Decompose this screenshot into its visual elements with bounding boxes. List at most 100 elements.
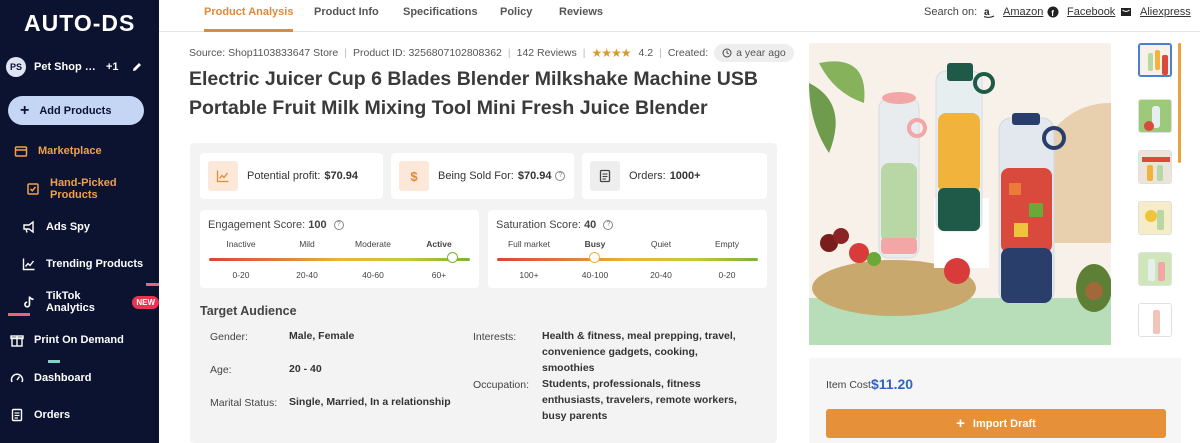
created-value: a year ago xyxy=(736,47,786,59)
sidebar-item-label: Dashboard xyxy=(34,372,92,384)
amazon-link[interactable]: a Amazon xyxy=(983,6,1043,18)
import-draft-button[interactable]: + Import Draft xyxy=(826,409,1166,438)
store-name: Pet Shop Di... xyxy=(34,61,102,73)
sidebar-item-label: Hand-Picked Products xyxy=(50,177,117,201)
gender-value: Male, Female xyxy=(289,330,355,342)
engagement-title: Engagement Score: 100 ? xyxy=(208,219,344,231)
created-badge: a year ago xyxy=(714,44,794,62)
potential-profit-card: Potential profit: $70.94 xyxy=(200,153,383,199)
engagement-range: 40-60 xyxy=(362,270,384,280)
saturation-level: Empty xyxy=(714,239,740,249)
thumbnail[interactable] xyxy=(1138,303,1172,337)
gender-label: Gender: xyxy=(210,331,248,343)
aliexpress-icon xyxy=(1121,8,1131,16)
tab-reviews[interactable]: Reviews xyxy=(559,0,603,32)
sidebar-item-print-on-demand[interactable]: Print On Demand xyxy=(10,331,124,349)
saturation-card: Saturation Score: 40 ? Full market Busy … xyxy=(488,210,767,288)
divider: | xyxy=(507,47,511,59)
facebook-link-label: Facebook xyxy=(1067,6,1116,18)
sold-value: $70.94 xyxy=(517,170,552,182)
sidebar-item-marketplace[interactable]: Marketplace xyxy=(14,142,102,160)
sidebar-item-label: Print On Demand xyxy=(34,334,124,346)
source-text: Source: Shop1103833647 Store xyxy=(189,47,339,59)
tiktok-icon xyxy=(24,296,34,308)
new-badge: NEW xyxy=(132,295,159,309)
engagement-level: Mild xyxy=(299,239,315,249)
product-meta: Source: Shop1103833647 Store | Product I… xyxy=(189,43,794,63)
plus-icon: + xyxy=(956,415,965,432)
engagement-level: Inactive xyxy=(226,239,256,249)
saturation-level-active: Busy xyxy=(584,239,606,249)
thumbnail[interactable] xyxy=(1138,99,1172,133)
engagement-range: 60+ xyxy=(431,270,447,280)
app-root: AUTO-DS PS Pet Shop Di... +1 + Add Produ… xyxy=(0,0,1200,443)
sidebar-item-dashboard[interactable]: Dashboard xyxy=(10,369,91,387)
sidebar-item-label: Trending Products xyxy=(46,258,144,270)
product-image[interactable] xyxy=(809,43,1111,345)
sidebar-item-hand-picked[interactable]: Hand-Picked Products xyxy=(26,177,159,201)
sold-label: Being Sold For: xyxy=(438,170,514,182)
thumbnail[interactable] xyxy=(1138,201,1172,235)
sidebar-item-label: Orders xyxy=(34,409,71,421)
rating-value: 4.2 xyxy=(638,47,654,59)
add-products-button[interactable]: + Add Products xyxy=(8,96,144,125)
sidebar-item-ads-spy[interactable]: Ads Spy xyxy=(22,218,90,236)
store-count: +1 xyxy=(106,61,119,73)
thumbnail[interactable] xyxy=(1138,43,1172,77)
info-icon[interactable]: ? xyxy=(555,171,566,181)
aliexpress-link[interactable]: Aliexpress xyxy=(1120,6,1191,18)
chart-icon xyxy=(208,161,238,191)
being-sold-card: $ Being Sold For: $70.94 ? xyxy=(391,153,574,199)
thumbnail-scrollbar[interactable] xyxy=(1178,43,1181,163)
product-id-text: Product ID: 3256807102808362 xyxy=(353,47,502,59)
saturation-range: 0-20 xyxy=(718,270,736,280)
sidebar-item-tiktok[interactable]: TikTok Analytics NEW xyxy=(22,290,159,314)
sidebar-item-label: Ads Spy xyxy=(46,221,91,233)
marital-label: Marital Status: xyxy=(210,397,278,409)
engagement-range: 0-20 xyxy=(232,270,250,280)
sidebar-item-trending[interactable]: Trending Products xyxy=(22,255,143,273)
divider: | xyxy=(344,47,347,59)
dollar-icon: $ xyxy=(399,161,429,191)
profit-value: $70.94 xyxy=(324,170,359,182)
amazon-icon: a xyxy=(983,7,995,18)
tab-product-analysis[interactable]: Product Analysis xyxy=(204,0,294,32)
tab-specifications[interactable]: Specifications xyxy=(403,0,478,32)
gauge-icon xyxy=(10,373,24,383)
accent-mark xyxy=(146,283,159,286)
logo[interactable]: AUTO-DS xyxy=(24,10,135,37)
info-icon[interactable]: ? xyxy=(333,220,344,231)
interests-label: Interests: xyxy=(473,331,517,343)
facebook-icon: f xyxy=(1047,6,1059,18)
tab-bar: Product Analysis Product Info Specificat… xyxy=(159,0,1200,32)
store-selector[interactable]: PS Pet Shop Di... +1 xyxy=(6,55,156,79)
engagement-label: Engagement Score: xyxy=(208,219,306,231)
add-products-label: Add Products xyxy=(39,104,112,117)
megaphone-icon xyxy=(23,220,34,234)
receipt-icon xyxy=(590,161,620,191)
occupation-label: Occupation: xyxy=(473,379,530,391)
tab-policy[interactable]: Policy xyxy=(500,0,532,32)
occupation-value: Students, professionals, fitness enthusi… xyxy=(542,378,737,422)
sidebar-item-orders[interactable]: Orders xyxy=(10,406,70,424)
sidebar-item-label: TikTok Analytics xyxy=(46,290,95,314)
orders-icon xyxy=(11,408,23,422)
saturation-indicator xyxy=(588,252,600,263)
thumbnail[interactable] xyxy=(1138,150,1172,184)
age-value: 20 - 40 xyxy=(289,363,322,375)
thumbnail[interactable] xyxy=(1138,252,1172,286)
facebook-link[interactable]: f Facebook xyxy=(1047,6,1115,18)
pencil-icon[interactable] xyxy=(131,61,143,73)
product-title: Electric Juicer Cup 6 Blades Blender Mil… xyxy=(189,68,758,119)
created-label: Created: xyxy=(667,47,709,59)
trend-icon xyxy=(22,258,35,271)
info-icon[interactable]: ? xyxy=(603,220,614,231)
store-icon xyxy=(14,146,28,157)
saturation-range: 20-40 xyxy=(650,270,672,280)
tab-product-info[interactable]: Product Info xyxy=(314,0,379,32)
profit-label: Potential profit: xyxy=(247,170,321,182)
engagement-range: 20-40 xyxy=(296,270,318,280)
amazon-link-label: Amazon xyxy=(1003,6,1044,18)
saturation-bar xyxy=(497,258,758,261)
sidebar: AUTO-DS PS Pet Shop Di... +1 + Add Produ… xyxy=(0,0,159,443)
